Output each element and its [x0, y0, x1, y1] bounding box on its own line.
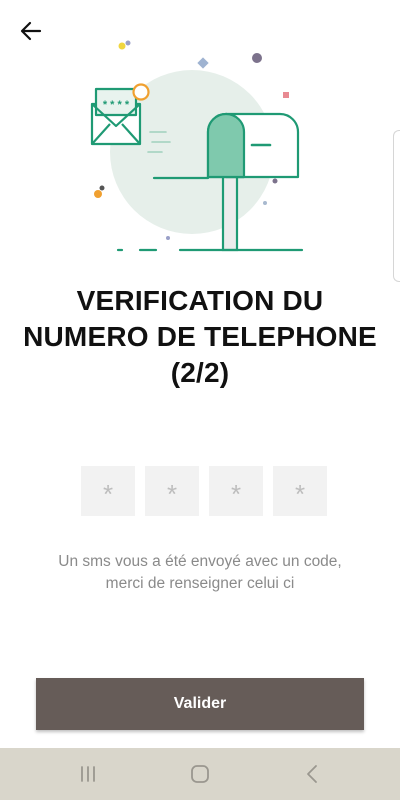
- back-chevron-icon: [307, 765, 317, 783]
- instructions-text: Un sms vous a été envoyé avec un code, m…: [20, 551, 380, 595]
- recent-apps-button[interactable]: [74, 760, 102, 788]
- svg-text:* * * *: * * * *: [103, 99, 130, 111]
- system-navigation-bar: [0, 748, 400, 800]
- mailbox-envelope-illustration: * * * *: [90, 40, 304, 252]
- page-title: VERIFICATION DU NUMERO DE TELEPHONE (2/2…: [0, 283, 400, 391]
- title-line: NUMERO DE TELEPHONE: [23, 321, 377, 352]
- code-digit-input[interactable]: *: [145, 466, 199, 516]
- back-button[interactable]: [14, 16, 48, 46]
- instructions-line: merci de renseigner celui ci: [105, 575, 295, 592]
- home-icon: [191, 765, 209, 783]
- code-digit-input[interactable]: *: [81, 466, 135, 516]
- title-line: (2/2): [170, 357, 230, 388]
- title-line: VERIFICATION DU: [76, 285, 324, 316]
- code-digit-input[interactable]: *: [273, 466, 327, 516]
- recent-apps-icon: [81, 766, 95, 782]
- code-digit-input[interactable]: *: [209, 466, 263, 516]
- validate-button[interactable]: Valider: [36, 678, 364, 730]
- arrow-left-icon: [20, 21, 42, 41]
- verification-code-input: * * * *: [81, 466, 329, 516]
- system-back-button[interactable]: [298, 760, 326, 788]
- verification-screen: * * * * VERIFICATION DU NUMERO DE TELEPH…: [0, 0, 400, 800]
- instructions-line: Un sms vous a été envoyé avec un code,: [58, 553, 342, 570]
- edge-panel-handle[interactable]: [393, 130, 400, 282]
- home-button[interactable]: [186, 760, 214, 788]
